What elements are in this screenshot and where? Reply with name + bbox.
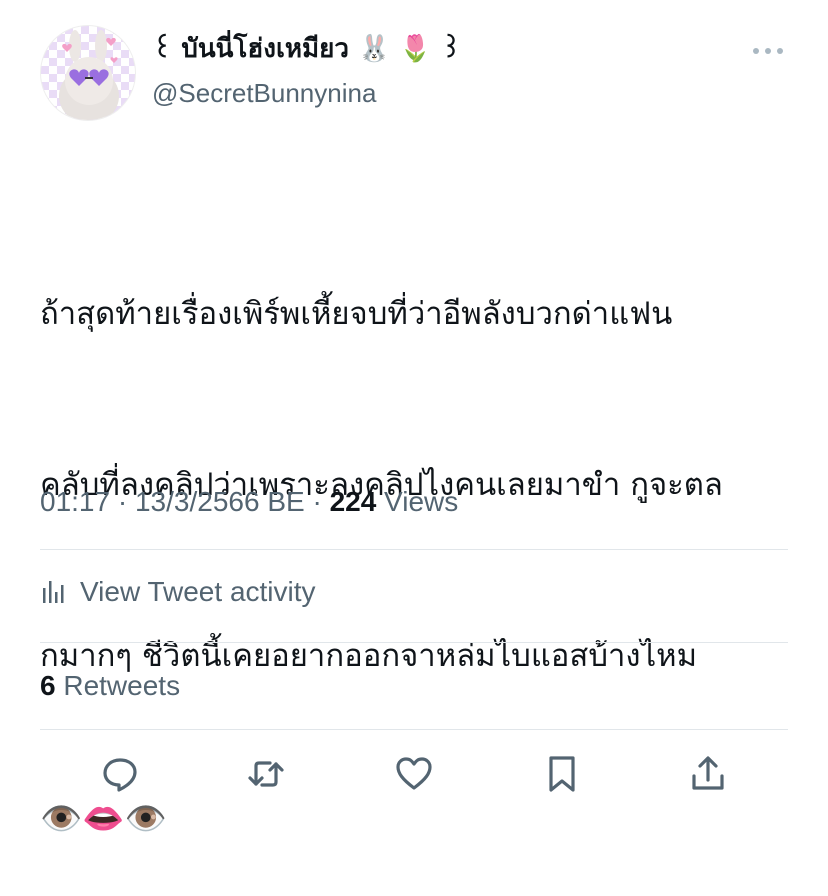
share-icon xyxy=(692,756,724,790)
retweet-button[interactable] xyxy=(244,752,288,796)
bookmark-button[interactable] xyxy=(540,752,584,796)
tweet-emoji-line: 👁️👄👁️ xyxy=(40,799,168,839)
tweet-date[interactable]: 13/3/2566 BE xyxy=(135,486,305,517)
avatar-bunny-image xyxy=(59,30,119,120)
reply-icon xyxy=(103,758,137,792)
like-button[interactable] xyxy=(392,752,436,796)
view-tweet-activity-label: View Tweet activity xyxy=(80,576,316,607)
tweet-text-line: ถ้าสุดท้ายเรื่องเพิร์พเหี้ยจบที่ว่าอีพลั… xyxy=(40,296,673,332)
heart-icon xyxy=(396,757,432,790)
tweet-time[interactable]: 01:17 xyxy=(40,486,110,517)
retweet-icon xyxy=(248,761,284,787)
meta-separator: · xyxy=(304,486,330,517)
analytics-bars-icon xyxy=(43,581,64,603)
bookmark-icon xyxy=(549,756,575,792)
display-name[interactable]: ꒰ บันนี่โฮ่งเหมียว 🐰 🌷 ꒱ xyxy=(152,30,461,68)
user-handle[interactable]: @SecretBunnynina xyxy=(152,76,376,110)
retweets-count: 6 xyxy=(40,670,56,701)
tweet-action-bar xyxy=(98,752,730,798)
more-dots-icon xyxy=(753,48,783,54)
reply-button[interactable] xyxy=(98,752,142,796)
view-tweet-activity-link[interactable]: View Tweet activity xyxy=(40,570,316,614)
views-label: Views xyxy=(376,486,459,517)
divider xyxy=(40,549,788,550)
views-count: 224 xyxy=(329,486,377,517)
retweets-label: Retweets xyxy=(55,670,181,701)
share-button[interactable] xyxy=(686,752,730,796)
divider xyxy=(40,729,788,730)
tweet-meta: 01:17 · 13/3/2566 BE · 224 Views xyxy=(40,480,458,524)
divider xyxy=(40,642,788,643)
retweets-count-link[interactable]: 6 Retweets xyxy=(40,664,180,708)
meta-separator: · xyxy=(110,486,135,517)
avatar[interactable] xyxy=(40,25,136,121)
more-options-button[interactable] xyxy=(748,36,788,66)
